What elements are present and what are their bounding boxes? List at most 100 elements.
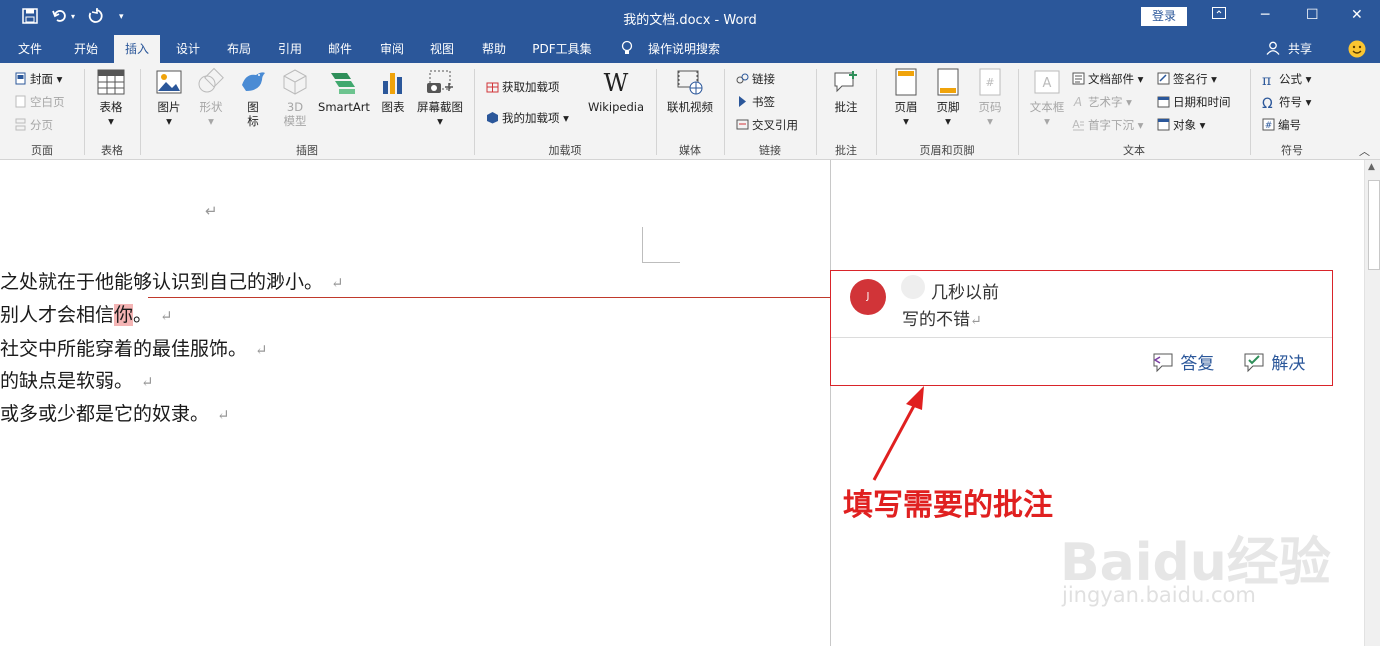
online-video-icon xyxy=(677,70,703,95)
group-label-addins: 加载项 xyxy=(548,144,582,157)
cross-reference-icon xyxy=(736,119,749,130)
vertical-scrollbar[interactable]: ▲ xyxy=(1364,160,1380,646)
group-label-symbols: 符号 xyxy=(1281,144,1303,157)
tab-pdf-tools[interactable]: PDF工具集 xyxy=(526,35,598,63)
cross-reference-button[interactable]: 交叉引用 xyxy=(736,116,798,134)
group-label-header-footer: 页眉和页脚 xyxy=(919,144,975,157)
bookmark-button[interactable]: 书签 xyxy=(736,93,775,111)
smiley-feedback-icon[interactable] xyxy=(1347,35,1367,63)
blank-page-button[interactable]: 空白页 xyxy=(14,93,65,111)
ribbon-display-options-icon[interactable] xyxy=(1212,7,1226,23)
picture-label: 图片 xyxy=(157,100,181,114)
wikipedia-button[interactable]: W Wikipedia xyxy=(585,67,647,114)
tell-me-search[interactable]: 操作说明搜索 xyxy=(642,35,726,63)
link-icon xyxy=(736,73,749,84)
object-button[interactable]: 对象 ▾ xyxy=(1157,116,1205,134)
document-line[interactable]: 的缺点是软弱。 ↵ xyxy=(0,366,154,393)
document-line[interactable]: 之处就在于他能够认识到自己的渺小。 ↵ xyxy=(0,267,344,294)
tab-view[interactable]: 视图 xyxy=(420,35,464,63)
tab-review[interactable]: 审阅 xyxy=(370,35,414,63)
tab-design[interactable]: 设计 xyxy=(166,35,210,63)
picture-button[interactable]: 图片 ▾ xyxy=(148,67,190,128)
online-video-button[interactable]: 联机视频 xyxy=(664,67,716,114)
comment-text[interactable]: 写的不错↵ xyxy=(902,305,982,330)
tab-references[interactable]: 引用 xyxy=(268,35,312,63)
chart-label: 图表 xyxy=(381,100,405,114)
header-label: 页眉 xyxy=(894,100,918,114)
line-text: 别人才会相信 xyxy=(0,304,115,326)
screenshot-button[interactable]: 屏幕截图 ▾ xyxy=(412,67,468,128)
shapes-button[interactable]: 形状 ▾ xyxy=(192,67,230,128)
collapse-ribbon-icon[interactable]: ︿ xyxy=(1359,143,1370,159)
group-label-tables: 表格 xyxy=(101,144,123,157)
tab-layout[interactable]: 布局 xyxy=(217,35,261,63)
new-comment-button[interactable]: 批注 xyxy=(826,67,866,114)
tab-help[interactable]: 帮助 xyxy=(472,35,516,63)
paragraph-mark: ↵ xyxy=(255,341,268,359)
footer-button[interactable]: 页脚 ▾ xyxy=(928,67,968,128)
paragraph-mark: ↵ xyxy=(970,313,982,329)
drop-cap-button[interactable]: A 首字下沉 ▾ xyxy=(1072,116,1143,134)
comment-divider xyxy=(831,337,1332,338)
tab-home[interactable]: 开始 xyxy=(64,35,108,63)
page-break-label: 分页 xyxy=(30,118,53,132)
cover-page-label: 封面 xyxy=(30,72,53,86)
page-break-icon xyxy=(15,118,26,131)
link-button[interactable]: 链接 xyxy=(736,70,775,88)
date-time-icon xyxy=(1157,96,1170,108)
my-addins-button[interactable]: 我的加载项 ▾ xyxy=(486,109,569,127)
svg-text:A: A xyxy=(1072,118,1080,131)
icons-button[interactable]: 图标 xyxy=(234,67,272,128)
svg-text:W: W xyxy=(604,69,629,97)
table-icon xyxy=(97,69,125,95)
chart-button[interactable]: 图表 xyxy=(376,67,410,114)
cross-reference-label: 交叉引用 xyxy=(752,118,798,132)
tab-insert[interactable]: 插入 xyxy=(114,35,160,63)
scrollbar-thumb[interactable] xyxy=(1368,180,1380,270)
scroll-up-icon[interactable]: ▲ xyxy=(1368,162,1375,172)
symbol-label: 符号 xyxy=(1279,95,1302,109)
comment-timestamp: 几秒以前 xyxy=(931,283,999,303)
commented-text-highlight[interactable]: 你 xyxy=(114,304,134,326)
document-line[interactable]: 或多或少都是它的奴隶。 ↵ xyxy=(0,399,230,426)
page-number-button[interactable]: # 页码 ▾ xyxy=(970,67,1010,128)
icons-bird-icon xyxy=(242,72,265,91)
3d-models-label-1: 3D xyxy=(286,100,304,114)
share-button[interactable]: 共享 xyxy=(1284,35,1316,63)
maximize-icon[interactable]: ☐ xyxy=(1306,7,1319,23)
table-button[interactable]: 表格 ▾ xyxy=(90,67,132,128)
reply-button[interactable]: 答复 xyxy=(1151,349,1214,374)
login-button[interactable]: 登录 xyxy=(1141,7,1187,26)
date-time-button[interactable]: 日期和时间 xyxy=(1157,93,1231,111)
close-icon[interactable]: ✕ xyxy=(1351,7,1363,23)
smartart-button[interactable]: SmartArt xyxy=(316,67,372,114)
document-line[interactable]: 社交中所能穿着的最佳服饰。 ↵ xyxy=(0,334,268,361)
cover-page-button[interactable]: 封面 ▾ xyxy=(14,70,62,88)
my-addins-icon xyxy=(487,112,498,124)
page-break-button[interactable]: 分页 xyxy=(14,116,53,134)
group-label-comments: 批注 xyxy=(835,144,857,157)
equation-button[interactable]: π 公式 ▾ xyxy=(1262,70,1311,89)
symbol-button[interactable]: Ω 符号 ▾ xyxy=(1262,93,1311,112)
screenshot-icon xyxy=(427,70,453,93)
drop-cap-icon: A xyxy=(1072,118,1084,131)
resolve-button[interactable]: 解决 xyxy=(1242,349,1305,374)
get-addins-button[interactable]: 获取加载项 xyxy=(486,78,560,96)
tab-mailings[interactable]: 邮件 xyxy=(318,35,362,63)
wordart-button[interactable]: A 艺术字 ▾ xyxy=(1072,93,1132,111)
header-button[interactable]: 页眉 ▾ xyxy=(886,67,926,128)
text-box-button[interactable]: A 文本框 ▾ xyxy=(1026,67,1068,128)
comment-balloon[interactable]: J 几秒以前 写的不错↵ 答复 解决 xyxy=(830,270,1333,386)
3d-models-button[interactable]: 3D 模型 xyxy=(276,67,314,128)
3d-models-label-2: 模型 xyxy=(283,114,307,128)
document-line[interactable]: 别人才会相信你。 ↵ xyxy=(0,300,173,327)
minimize-icon[interactable]: ─ xyxy=(1261,7,1269,23)
text-box-icon: A xyxy=(1034,70,1060,94)
number-button[interactable]: # 编号 xyxy=(1262,116,1301,134)
quick-parts-button[interactable]: 文档部件 ▾ xyxy=(1072,70,1143,88)
signature-line-button[interactable]: 签名行 ▾ xyxy=(1157,70,1217,88)
svg-text:A: A xyxy=(1073,95,1082,108)
svg-text:A: A xyxy=(1043,76,1052,91)
markup-pane-divider xyxy=(830,160,831,646)
tab-file[interactable]: 文件 xyxy=(10,35,50,63)
